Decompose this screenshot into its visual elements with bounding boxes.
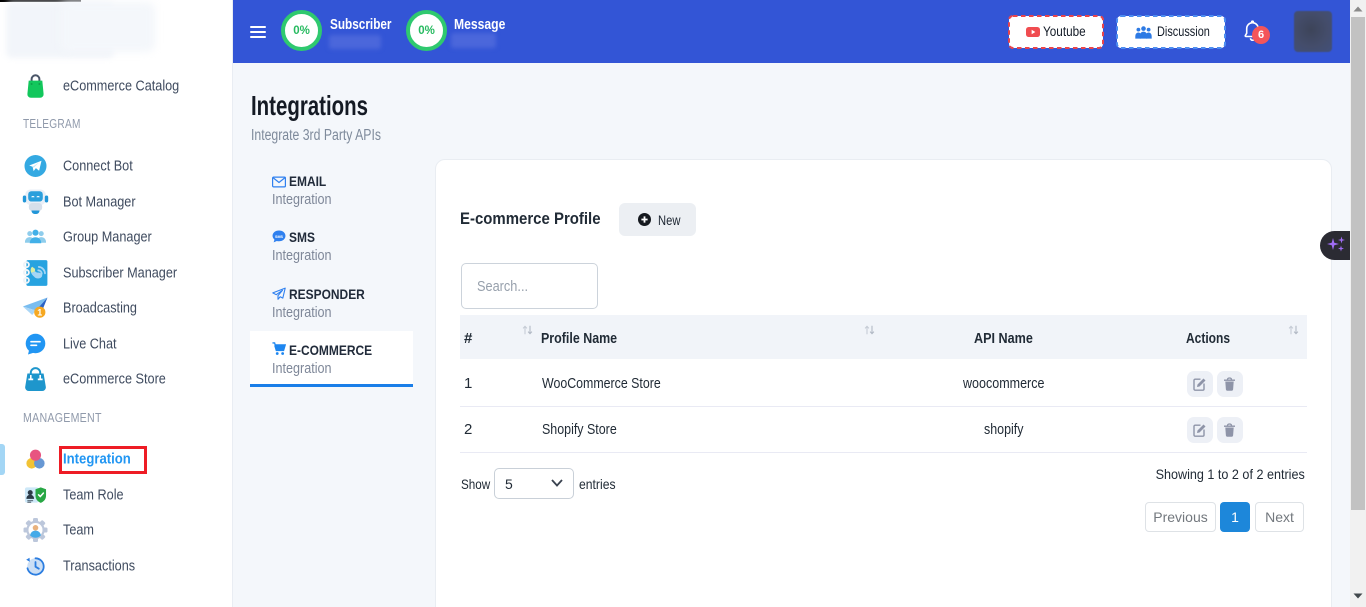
svg-text:SMS: SMS [275,235,283,239]
svg-text:1: 1 [37,308,42,318]
